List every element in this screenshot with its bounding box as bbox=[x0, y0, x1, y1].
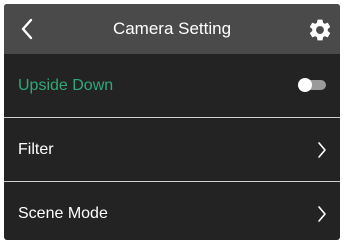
page-title: Camera Setting bbox=[112, 19, 232, 38]
settings-button[interactable] bbox=[306, 16, 334, 44]
scene-mode-row[interactable]: Scene Mode bbox=[4, 182, 340, 240]
scene-mode-label: Scene Mode bbox=[18, 205, 108, 222]
gear-icon bbox=[309, 19, 331, 41]
header-bar: Camera Setting bbox=[4, 4, 340, 54]
chevron-right-icon bbox=[318, 142, 326, 158]
chevron-left-icon bbox=[21, 18, 33, 40]
camera-setting-screen: Camera Setting Upside Down Filter Scene … bbox=[4, 4, 340, 240]
filter-row[interactable]: Filter bbox=[4, 118, 340, 181]
upside-down-label: Upside Down bbox=[18, 77, 114, 94]
upside-down-toggle[interactable] bbox=[298, 78, 326, 92]
back-button[interactable] bbox=[12, 13, 42, 45]
filter-label: Filter bbox=[18, 141, 54, 158]
chevron-right-icon bbox=[318, 206, 326, 222]
upside-down-row[interactable]: Upside Down bbox=[4, 54, 340, 117]
toggle-knob bbox=[298, 78, 312, 92]
